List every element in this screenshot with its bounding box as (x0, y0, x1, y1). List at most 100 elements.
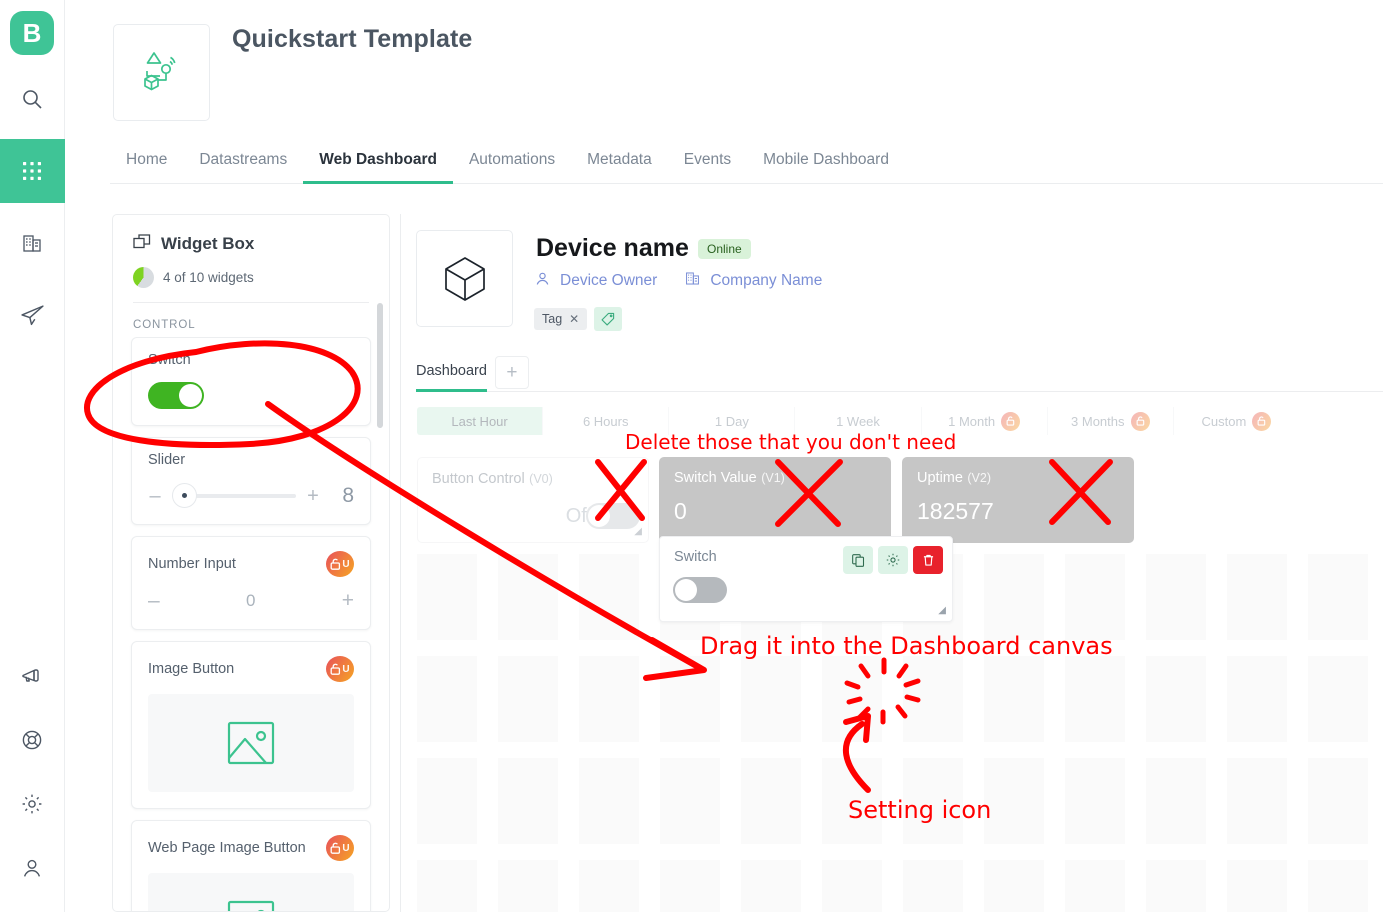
building-icon (684, 270, 701, 292)
organization-icon[interactable] (0, 211, 65, 275)
widget-card-label: Slider (148, 452, 186, 468)
tab-home[interactable]: Home (110, 151, 183, 183)
grid-cell (903, 860, 963, 912)
canvas-widget-uptime[interactable]: Uptime (V2) 182577 (902, 457, 1134, 543)
canvas-widget-toggle[interactable] (586, 503, 640, 529)
resize-handle[interactable]: ◢ (634, 526, 642, 537)
tab-datastreams[interactable]: Datastreams (183, 151, 303, 183)
lock-upgrade-badge[interactable]: U (326, 551, 354, 577)
slider-minus-icon[interactable]: – (148, 485, 162, 508)
tag-chip[interactable]: Tag ✕ (534, 308, 588, 330)
paper-plane-icon[interactable] (0, 283, 65, 347)
resize-handle[interactable]: ◢ (938, 605, 946, 616)
range-custom[interactable]: Custom (1173, 407, 1299, 435)
tab-events[interactable]: Events (668, 151, 747, 183)
grid-cell (498, 656, 558, 742)
grid-cell (1146, 860, 1206, 912)
widget-card-label: Number Input (148, 556, 236, 572)
lock-upgrade-badge (1001, 411, 1021, 431)
tab-automations[interactable]: Automations (453, 151, 571, 183)
device-owner[interactable]: Device Owner (560, 272, 657, 290)
number-minus-icon[interactable]: – (148, 589, 160, 613)
range-last-hour[interactable]: Last Hour (417, 407, 544, 435)
grid-cell (1227, 656, 1287, 742)
lock-upgrade-badge[interactable]: U (326, 656, 354, 682)
lifebuoy-icon[interactable] (0, 708, 65, 772)
range-label: Last Hour (451, 413, 508, 429)
widget-card-slider[interactable]: Slider – + 8 (131, 437, 371, 525)
gear-icon[interactable] (878, 546, 908, 574)
toggle-knob (675, 579, 697, 601)
add-dashboard-button[interactable]: + (494, 356, 529, 389)
copy-icon[interactable] (843, 546, 873, 574)
slider-handle[interactable] (172, 483, 197, 508)
widget-list-scrollbar[interactable] (377, 303, 383, 428)
canvas-widget-switch-value[interactable]: Switch Value (V1) 0 (659, 457, 891, 543)
grid-cell (417, 656, 477, 742)
grid-cell (1227, 758, 1287, 844)
tab-metadata[interactable]: Metadata (571, 151, 668, 183)
user-icon[interactable] (0, 836, 65, 900)
lock-badge-text: U (342, 558, 350, 570)
annotation-delete-text: Delete those that you don't need (625, 430, 957, 454)
close-icon[interactable]: ✕ (569, 312, 579, 326)
range-3-months[interactable]: 3 Months (1047, 407, 1174, 435)
image-placeholder (148, 873, 354, 911)
tab-mobile-dashboard[interactable]: Mobile Dashboard (747, 151, 905, 183)
widget-usage-text: 4 of 10 widgets (163, 270, 254, 285)
user-icon (534, 270, 551, 292)
project-icon (113, 24, 210, 121)
grid-cell (1146, 758, 1206, 844)
range-label: 1 Month (948, 413, 996, 429)
toggle-knob (588, 505, 610, 527)
placed-widget-toggle[interactable] (673, 577, 727, 603)
device-name: Device name (536, 234, 689, 262)
range-label: 3 Months (1071, 413, 1125, 429)
switch-toggle[interactable] (148, 382, 204, 409)
grid-cell (903, 656, 963, 742)
widget-card-image-button[interactable]: Image Button U (131, 641, 371, 809)
toggle-knob (179, 384, 202, 407)
grid-cell (1227, 860, 1287, 912)
canvas-widget-title: Button Control (432, 471, 525, 487)
sidebar-item-devices[interactable] (0, 139, 65, 203)
placed-widget-switch[interactable]: Switch ◢ (659, 536, 953, 622)
page-header: Quickstart Template Home Datastreams Web… (65, 0, 1383, 190)
widget-action-row (843, 546, 943, 574)
range-label: 1 Day (714, 413, 749, 429)
widget-card-label: Image Button (148, 661, 235, 677)
widget-box-panel: Widget Box 4 of 10 widgets CONTROL Switc… (112, 214, 390, 912)
tab-dashboard[interactable]: Dashboard (416, 363, 487, 392)
canvas-widget-title: Uptime (917, 470, 963, 486)
gear-icon[interactable] (0, 772, 65, 836)
widget-list[interactable]: Switch Slider – + 8 Number Input U – 0 +… (113, 337, 389, 911)
lock-upgrade-badge[interactable]: U (326, 835, 354, 861)
widget-box-title: Widget Box (161, 234, 255, 253)
number-value[interactable]: 0 (246, 591, 255, 611)
lock-badge-text: U (342, 663, 350, 675)
canvas-widget-value: 0 (674, 498, 687, 524)
company-name[interactable]: Company Name (710, 272, 822, 290)
search-icon[interactable] (0, 67, 65, 131)
grid-cell (1308, 860, 1368, 912)
canvas-widget-button-control[interactable]: Button Control (V0) Off ◢ (417, 457, 649, 543)
number-plus-icon[interactable]: + (342, 589, 354, 613)
megaphone-icon[interactable] (0, 644, 65, 708)
brand-logo[interactable]: B (10, 11, 54, 55)
widget-card-number-input[interactable]: Number Input U – 0 + (131, 536, 371, 630)
slider-plus-icon[interactable]: + (306, 485, 320, 508)
widget-card-switch[interactable]: Switch (131, 337, 371, 426)
slider-track[interactable] (172, 483, 296, 508)
canvas-widget-pin: (V0) (529, 472, 553, 486)
add-tag-button[interactable] (594, 307, 623, 331)
grid-cell (822, 656, 882, 742)
grid-cell (984, 656, 1044, 742)
grid-cell (1227, 554, 1287, 640)
grid-cell (1065, 554, 1125, 640)
canvas-widget-title: Switch Value (674, 470, 757, 486)
trash-icon[interactable] (913, 546, 943, 574)
widget-card-web-page-image-button[interactable]: Web Page Image Button U (131, 820, 371, 911)
tab-web-dashboard[interactable]: Web Dashboard (303, 151, 453, 184)
grid-cell (1308, 758, 1368, 844)
grid-cell (984, 860, 1044, 912)
